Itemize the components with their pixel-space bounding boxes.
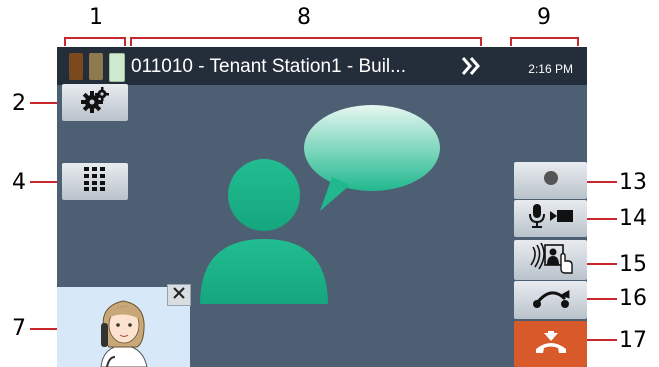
callout-15: 15 xyxy=(619,252,647,277)
door-monitor-button[interactable] xyxy=(514,240,587,280)
end-call-icon xyxy=(535,330,567,358)
callout-2: 2 xyxy=(12,91,26,116)
callout-16: 16 xyxy=(619,286,647,311)
callout-8: 8 xyxy=(297,5,311,30)
signal-indicator-2 xyxy=(89,53,103,80)
transfer-icon xyxy=(531,287,571,314)
close-preview-button[interactable] xyxy=(167,284,191,306)
keypad-button[interactable] xyxy=(62,163,128,200)
mic-video-icon xyxy=(528,203,574,234)
callout-9: 9 xyxy=(537,5,551,30)
end-call-button[interactable] xyxy=(514,321,587,367)
signal-indicator-1 xyxy=(69,53,83,80)
signal-indicator-3 xyxy=(109,53,125,82)
record-button[interactable] xyxy=(514,162,587,199)
door-monitor-icon xyxy=(527,241,575,280)
callout-13: 13 xyxy=(619,170,647,195)
clock-time: 2:16 PM xyxy=(528,62,573,76)
caller-avatar-icon xyxy=(200,105,440,304)
settings-button[interactable] xyxy=(62,84,128,121)
intercom-screen: 011010 - Tenant Station1 - Buil... 2:16 … xyxy=(57,47,587,367)
callout-7: 7 xyxy=(12,316,26,341)
mic-video-button[interactable] xyxy=(514,200,587,237)
callout-1: 1 xyxy=(89,5,103,30)
close-icon xyxy=(173,286,185,304)
transfer-button[interactable] xyxy=(514,281,587,319)
callout-4: 4 xyxy=(12,170,26,195)
gear-icon xyxy=(80,87,110,118)
callout-14: 14 xyxy=(619,206,647,231)
keypad-icon xyxy=(84,167,106,196)
record-icon xyxy=(543,170,559,191)
double-chevron-icon[interactable] xyxy=(460,53,482,84)
station-label: 011010 - Tenant Station1 - Buil... xyxy=(131,56,406,77)
callout-line-14 xyxy=(582,218,617,220)
status-bar: 011010 - Tenant Station1 - Buil... 2:16 … xyxy=(57,47,587,85)
callout-17: 17 xyxy=(619,328,647,353)
